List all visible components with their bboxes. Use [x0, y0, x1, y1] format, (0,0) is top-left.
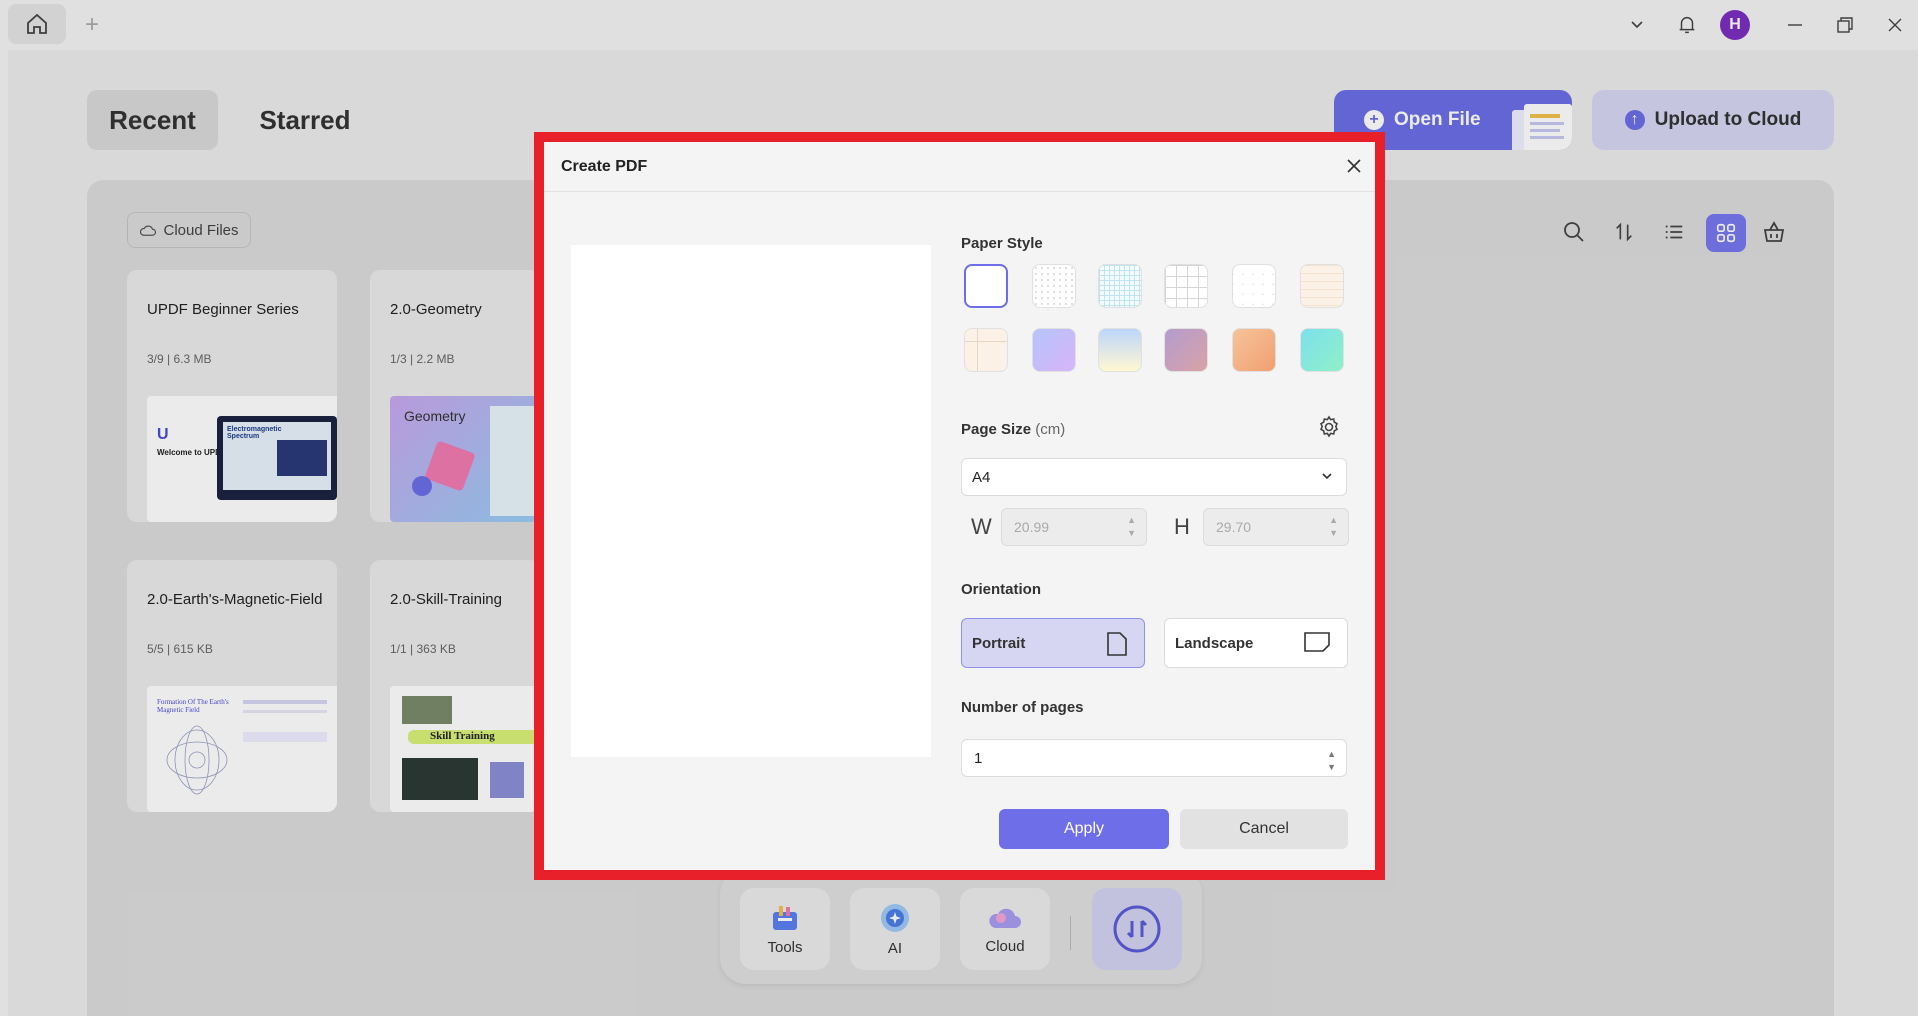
pages-value: 1: [974, 749, 983, 767]
paper-style-gradient-mauve[interactable]: [1164, 328, 1208, 372]
paper-style-gradient-peach[interactable]: [1232, 328, 1276, 372]
paper-style-blank[interactable]: [964, 264, 1008, 308]
height-value: 29.70: [1216, 519, 1252, 535]
width-input[interactable]: 20.99 ▲ ▼: [1001, 508, 1147, 546]
page-size-select[interactable]: A4: [961, 458, 1347, 496]
paper-style-isometric[interactable]: [1232, 264, 1276, 308]
paper-style-gradient-sky[interactable]: [1098, 328, 1142, 372]
portrait-option[interactable]: Portrait: [961, 618, 1145, 668]
landscape-label: Landscape: [1175, 634, 1254, 652]
paper-style-gradient-aqua[interactable]: [1300, 328, 1344, 372]
page-size-label-text: Page Size: [961, 421, 1032, 438]
create-pdf-dialog: Create PDF Paper Style Page Size (cm) A4…: [544, 142, 1375, 870]
page-size-value: A4: [972, 468, 991, 486]
landscape-page-icon: [1304, 632, 1330, 652]
orientation-label: Orientation: [961, 581, 1042, 598]
stepper-arrows-icon[interactable]: ▲ ▼: [1327, 748, 1336, 774]
paper-style-fine-grid[interactable]: [1098, 264, 1142, 308]
apply-button[interactable]: Apply: [999, 809, 1169, 849]
close-icon[interactable]: [1342, 154, 1366, 178]
paper-style-grid[interactable]: [1164, 264, 1208, 308]
number-of-pages-input[interactable]: 1 ▲ ▼: [961, 739, 1347, 777]
page-size-label: Page Size (cm): [961, 421, 1065, 438]
width-label: W: [971, 514, 992, 539]
page-preview: [571, 245, 931, 757]
paper-style-dotted[interactable]: [1032, 264, 1076, 308]
page-size-unit: (cm): [1035, 421, 1066, 438]
dialog-title: Create PDF: [561, 158, 648, 175]
paper-style-label: Paper Style: [961, 235, 1043, 252]
cancel-button[interactable]: Cancel: [1180, 809, 1348, 849]
paper-style-cornell[interactable]: [964, 328, 1008, 372]
chevron-down-icon: [1322, 473, 1332, 480]
landscape-option[interactable]: Landscape: [1164, 618, 1348, 668]
paper-style-gradient-violet[interactable]: [1032, 328, 1076, 372]
dialog-header: Create PDF: [544, 142, 1375, 192]
portrait-label: Portrait: [972, 634, 1026, 652]
height-label: H: [1174, 514, 1190, 539]
gear-icon[interactable]: [1315, 413, 1343, 441]
portrait-page-icon: [1107, 632, 1127, 656]
number-of-pages-label: Number of pages: [961, 699, 1084, 716]
height-input[interactable]: 29.70 ▲ ▼: [1203, 508, 1349, 546]
width-value: 20.99: [1014, 519, 1050, 535]
paper-style-lined-cream[interactable]: [1300, 264, 1344, 308]
stepper-arrows-icon: ▲ ▼: [1127, 515, 1136, 538]
stepper-arrows-icon: ▲ ▼: [1329, 515, 1338, 538]
